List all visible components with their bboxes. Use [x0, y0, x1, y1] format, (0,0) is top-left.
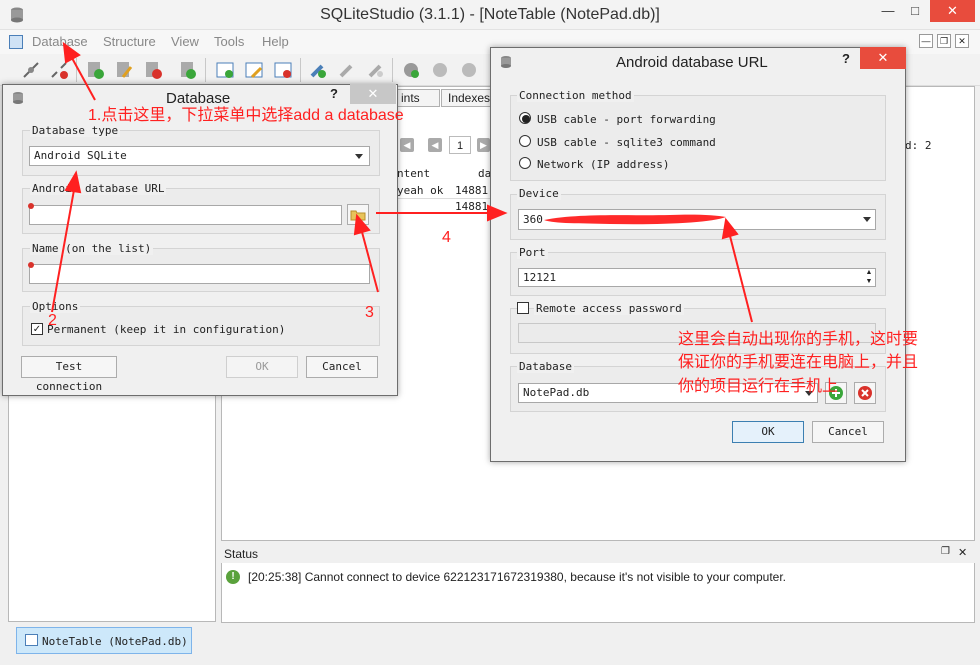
annotation-step-2: 2 — [48, 312, 57, 329]
annotation-note-line1: 这里会自动出现你的手机，这时要 — [678, 331, 919, 348]
annotation-step-4: 4 — [442, 229, 451, 246]
annotation-step-1: 1.点击这里，下拉菜单中选择add a database — [88, 107, 404, 124]
annotation-step-3: 3 — [365, 304, 374, 321]
annotation-note-line2: 保证你的手机要连在电脑上，并且 — [678, 354, 919, 371]
annotation-note-line3: 你的项目运行在手机上 — [678, 378, 839, 395]
